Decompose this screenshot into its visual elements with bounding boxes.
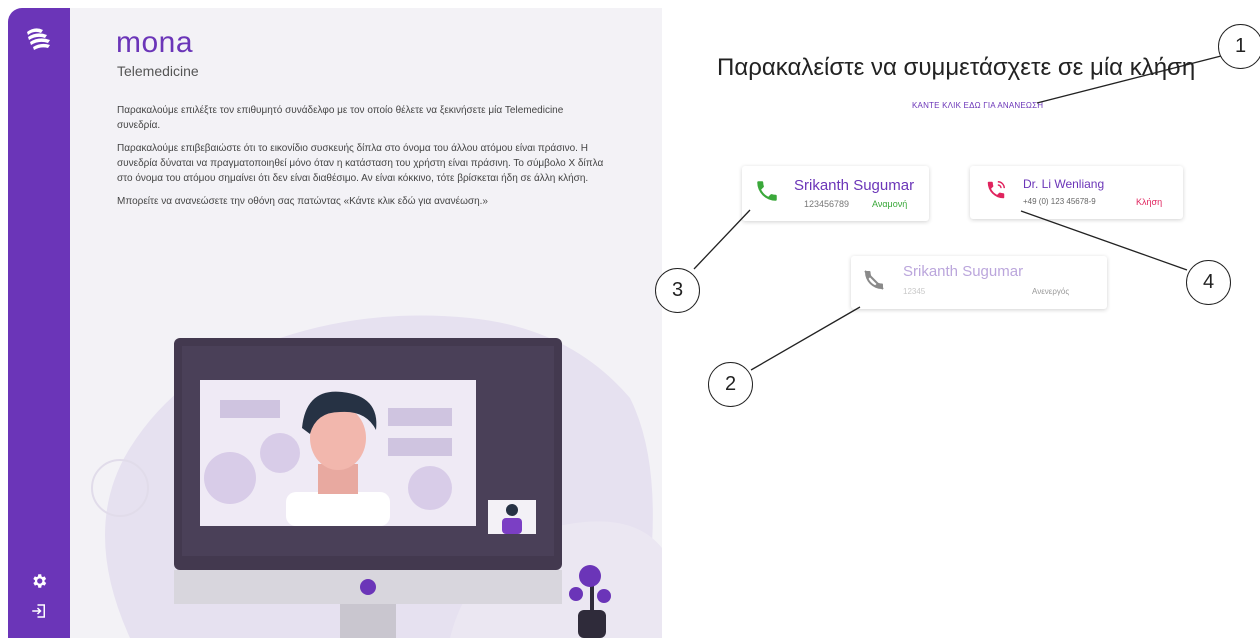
- instructions-paragraph-1: Παρακαλούμε επιλέξτε τον επιθυμητό συνάδ…: [117, 105, 564, 131]
- callout-2: 2: [708, 362, 753, 407]
- contact-name: Srikanth Sugumar: [794, 177, 915, 194]
- phone-disabled-icon: [864, 270, 884, 290]
- brand-title: mona: [116, 26, 194, 59]
- callout-1: 1: [1218, 24, 1260, 69]
- logout-icon[interactable]: [30, 602, 48, 620]
- status-badge: Κλήση: [1136, 197, 1163, 207]
- contact-number: 12345: [903, 287, 926, 296]
- instructions-paragraph-3: Μπορείτε να ανανεώσετε την οθόνη σας πατ…: [117, 196, 488, 207]
- telemedicine-illustration: [91, 315, 662, 638]
- phone-ringing-icon: [987, 181, 1005, 199]
- callout-4: 4: [1186, 260, 1231, 305]
- brand-subtitle: Telemedicine: [117, 63, 199, 79]
- contact-number: +49 (0) 123 45678-9: [1023, 197, 1096, 206]
- mona-logo-icon[interactable]: [23, 24, 55, 56]
- gear-icon[interactable]: [30, 572, 48, 590]
- refresh-link[interactable]: ΚΑΝΤΕ ΚΛΙΚ ΕΔΩ ΓΙΑ ΑΝΑΝΕΩΣΗ: [912, 101, 1043, 110]
- contact-number: 123456789: [804, 199, 850, 209]
- callout-3: 3: [655, 268, 700, 313]
- status-badge: Ανενεργός: [1032, 287, 1070, 296]
- contact-name: Dr. Li Wenliang: [1023, 177, 1105, 191]
- instructions-paragraph-2: Παρακαλούμε επιβεβαιώστε ότι το εικονίδι…: [117, 143, 604, 184]
- contact-name: Srikanth Sugumar: [903, 263, 1024, 280]
- call-panel: Παρακαλείστε να συμμετάσχετε σε μία κλήσ…: [662, 0, 1260, 638]
- contact-card[interactable]: Srikanth Sugumar 123456789 Αναμονή: [742, 166, 929, 221]
- phone-icon: [757, 181, 777, 201]
- contact-card[interactable]: Dr. Li Wenliang +49 (0) 123 45678-9 Κλήσ…: [970, 166, 1183, 219]
- info-panel: mona Telemedicine Παρακαλούμε επιλέξτε τ…: [70, 8, 662, 638]
- sidebar: [8, 8, 70, 638]
- status-badge: Αναμονή: [872, 199, 908, 209]
- contact-card: Srikanth Sugumar 12345 Ανενεργός: [851, 256, 1107, 309]
- page-title: Παρακαλείστε να συμμετάσχετε σε μία κλήσ…: [717, 54, 1196, 81]
- instructions: Παρακαλούμε επιλέξτε τον επιθυμητό συνάδ…: [117, 103, 607, 217]
